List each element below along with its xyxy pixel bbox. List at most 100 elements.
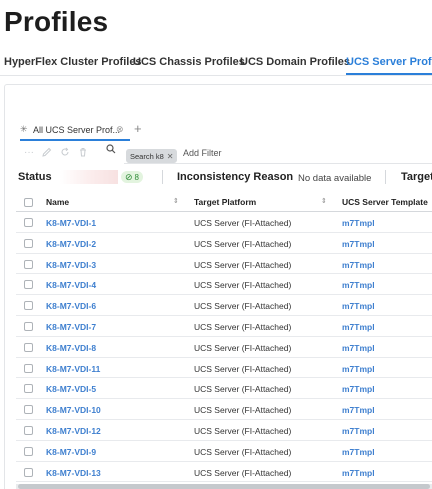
table-row[interactable]: K8-M7-VDI-10 UCS Server (FI-Attached) m7Tm… bbox=[16, 399, 432, 420]
tab-ucs-domain-profiles[interactable]: UCS Domain Profiles bbox=[240, 56, 350, 68]
server-template-link[interactable]: m7Tmpl bbox=[342, 301, 375, 311]
active-tab-indicator bbox=[346, 73, 432, 75]
profile-name-link[interactable]: K8-M7-VDI-5 bbox=[46, 384, 96, 394]
target-platform-cell: UCS Server (FI-Attached) bbox=[194, 446, 292, 457]
column-header-ucs-server-template[interactable]: UCS Server Template bbox=[342, 197, 428, 207]
server-profiles-table: Name ⇕ Target Platform ⇕ UCS Server Temp… bbox=[16, 192, 432, 483]
profile-name-link[interactable]: K8-M7-VDI-6 bbox=[46, 301, 96, 311]
target-label: Target bbox=[401, 171, 432, 183]
row-checkbox[interactable] bbox=[24, 280, 33, 290]
table-row[interactable]: K8-M7-VDI-7 UCS Server (FI-Attached) m7Tmp… bbox=[16, 316, 432, 337]
row-checkbox[interactable] bbox=[24, 238, 33, 248]
profile-name-link[interactable]: K8-M7-VDI-9 bbox=[46, 447, 96, 457]
summary-divider bbox=[162, 170, 163, 184]
close-icon[interactable]: ⊗ bbox=[116, 124, 124, 135]
tab-hyperflex-cluster-profiles[interactable]: HyperFlex Cluster Profiles bbox=[4, 56, 142, 68]
profile-name-link[interactable]: K8-M7-VDI-12 bbox=[46, 426, 101, 436]
more-icon[interactable]: ··· bbox=[22, 145, 36, 159]
server-template-link[interactable]: m7Tmpl bbox=[342, 280, 375, 290]
server-template-link[interactable]: m7Tmpl bbox=[342, 405, 375, 415]
row-checkbox[interactable] bbox=[24, 446, 33, 456]
table-row[interactable]: K8-M7-VDI-8 UCS Server (FI-Attached) m7Tmp… bbox=[16, 337, 432, 358]
target-platform-cell: UCS Server (FI-Attached) bbox=[194, 280, 292, 291]
profile-tabs: HyperFlex Cluster Profiles UCS Chassis P… bbox=[0, 50, 432, 76]
table-row[interactable]: K8-M7-VDI-2 UCS Server (FI-Attached) m7Tmp… bbox=[16, 233, 432, 254]
profile-name-link[interactable]: K8-M7-VDI-1 bbox=[46, 218, 96, 228]
edit-icon[interactable] bbox=[40, 145, 54, 159]
target-platform-cell: UCS Server (FI-Attached) bbox=[194, 342, 292, 353]
select-all-checkbox[interactable] bbox=[24, 198, 33, 207]
profile-name-link[interactable]: K8-M7-VDI-2 bbox=[46, 239, 96, 249]
target-platform-cell: UCS Server (FI-Attached) bbox=[194, 321, 292, 332]
sort-icon[interactable]: ⇕ bbox=[321, 197, 327, 205]
scrollbar-thumb[interactable] bbox=[18, 484, 430, 489]
profile-name-link[interactable]: K8-M7-VDI-7 bbox=[46, 322, 96, 332]
inconsistency-reason-value: No data available bbox=[298, 173, 372, 184]
table-row[interactable]: K8-M7-VDI-3 UCS Server (FI-Attached) m7Tmp… bbox=[16, 254, 432, 275]
table-row[interactable]: K8-M7-VDI-9 UCS Server (FI-Attached) m7Tmp… bbox=[16, 441, 432, 462]
row-checkbox[interactable] bbox=[24, 467, 33, 477]
check-circle-icon: ⊘ bbox=[125, 171, 133, 182]
column-header-target-platform[interactable]: Target Platform bbox=[194, 197, 256, 207]
column-header-name[interactable]: Name bbox=[46, 197, 69, 207]
row-checkbox[interactable] bbox=[24, 405, 33, 415]
row-checkbox[interactable] bbox=[24, 218, 33, 227]
status-label: Status bbox=[18, 171, 52, 183]
ok-count: 8 bbox=[134, 172, 139, 182]
server-template-link[interactable]: m7Tmpl bbox=[342, 343, 375, 353]
row-checkbox[interactable] bbox=[24, 321, 33, 331]
target-platform-cell: UCS Server (FI-Attached) bbox=[194, 405, 292, 416]
table-row[interactable]: K8-M7-VDI-5 UCS Server (FI-Attached) m7Tmp… bbox=[16, 378, 432, 400]
table-body: K8-M7-VDI-1 UCS Server (FI-Attached) m7Tmp… bbox=[16, 212, 432, 483]
server-template-link[interactable]: m7Tmpl bbox=[342, 468, 375, 478]
row-checkbox[interactable] bbox=[24, 425, 33, 435]
refresh-icon[interactable] bbox=[58, 145, 72, 159]
table-row[interactable]: K8-M7-VDI-6 UCS Server (FI-Attached) m7Tmp… bbox=[16, 295, 432, 316]
server-template-link[interactable]: m7Tmpl bbox=[342, 260, 375, 270]
server-template-link[interactable]: m7Tmpl bbox=[342, 322, 375, 332]
server-template-link[interactable]: m7Tmpl bbox=[342, 426, 375, 436]
row-checkbox[interactable] bbox=[24, 301, 33, 311]
row-checkbox[interactable] bbox=[24, 384, 33, 394]
summary-row: Status ⊘ 8 Inconsistency Reason No data … bbox=[0, 166, 432, 188]
ok-count-badge[interactable]: ⊘ 8 bbox=[121, 171, 143, 183]
server-template-link[interactable]: m7Tmpl bbox=[342, 239, 375, 249]
profile-name-link[interactable]: K8-M7-VDI-11 bbox=[46, 364, 100, 374]
delete-icon[interactable] bbox=[76, 145, 90, 159]
summary-divider bbox=[385, 170, 386, 184]
tab-ucs-chassis-profiles[interactable]: UCS Chassis Profiles bbox=[133, 56, 245, 68]
server-template-link[interactable]: m7Tmpl bbox=[342, 384, 375, 394]
target-platform-cell: UCS Server (FI-Attached) bbox=[194, 384, 292, 395]
table-row[interactable]: K8-M7-VDI-11 UCS Server (FI-Attached) m7Tm… bbox=[16, 358, 432, 379]
horizontal-scrollbar[interactable] bbox=[16, 484, 432, 489]
search-icon[interactable] bbox=[106, 144, 116, 157]
table-row[interactable]: K8-M7-VDI-12 UCS Server (FI-Attached) m7Tm… bbox=[16, 420, 432, 441]
profile-name-link[interactable]: K8-M7-VDI-3 bbox=[46, 260, 96, 270]
status-bar bbox=[60, 170, 118, 184]
target-platform-cell: UCS Server (FI-Attached) bbox=[194, 301, 292, 312]
sort-icon[interactable]: ⇕ bbox=[173, 197, 179, 205]
server-template-link[interactable]: m7Tmpl bbox=[342, 364, 375, 374]
view-tab-indicator bbox=[20, 139, 130, 141]
server-template-link[interactable]: m7Tmpl bbox=[342, 218, 375, 228]
filter-chip-label: Search k8 bbox=[130, 151, 164, 161]
remove-filter-icon[interactable]: ✕ bbox=[167, 152, 174, 161]
profile-name-link[interactable]: K8-M7-VDI-10 bbox=[46, 405, 101, 415]
target-platform-cell: UCS Server (FI-Attached) bbox=[194, 238, 292, 249]
table-row[interactable]: K8-M7-VDI-13 UCS Server (FI-Attached) m7Tm… bbox=[16, 462, 432, 483]
profile-name-link[interactable]: K8-M7-VDI-13 bbox=[46, 468, 101, 478]
add-view-button[interactable]: + bbox=[134, 121, 142, 136]
tab-ucs-server-profiles[interactable]: UCS Server Profiles bbox=[346, 56, 432, 68]
row-checkbox[interactable] bbox=[24, 342, 33, 352]
filter-divider bbox=[124, 163, 432, 164]
profile-name-link[interactable]: K8-M7-VDI-4 bbox=[46, 280, 96, 290]
server-template-link[interactable]: m7Tmpl bbox=[342, 447, 375, 457]
view-tab-label: All UCS Server Prof... bbox=[33, 125, 121, 135]
search-filter-chip[interactable]: Search k8 ✕ bbox=[126, 149, 178, 163]
row-checkbox[interactable] bbox=[24, 363, 33, 373]
row-checkbox[interactable] bbox=[24, 259, 33, 269]
add-filter-input[interactable]: Add Filter bbox=[183, 148, 222, 158]
table-row[interactable]: K8-M7-VDI-1 UCS Server (FI-Attached) m7Tmp… bbox=[16, 212, 432, 233]
table-row[interactable]: K8-M7-VDI-4 UCS Server (FI-Attached) m7Tmp… bbox=[16, 274, 432, 296]
profile-name-link[interactable]: K8-M7-VDI-8 bbox=[46, 343, 96, 353]
